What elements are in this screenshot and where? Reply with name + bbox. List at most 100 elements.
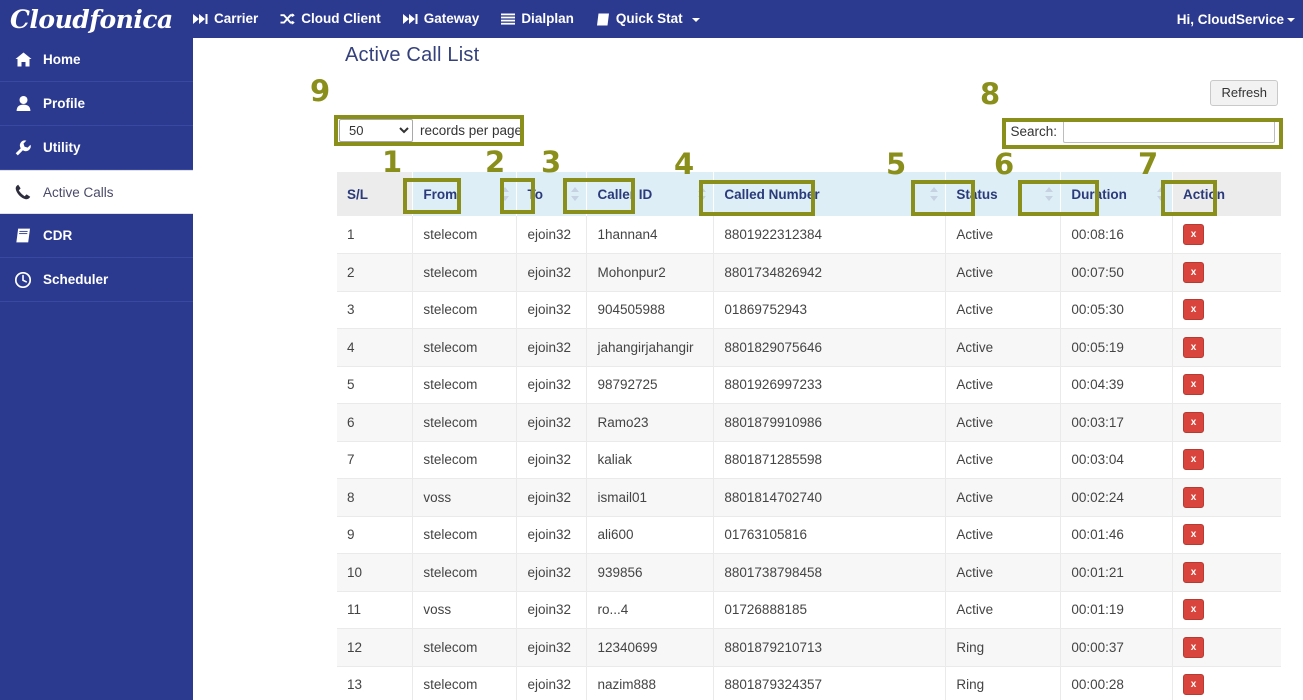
cell-to: ejoin32 (516, 403, 588, 442)
cell-sl: 13 (337, 666, 414, 700)
chevron-down-icon (691, 18, 700, 22)
delete-call-button[interactable]: x (1183, 411, 1205, 433)
nav-item-gateway[interactable]: Gateway (402, 0, 479, 38)
cell-status: Active (945, 216, 1062, 254)
column-header-label: Duration (1071, 186, 1127, 202)
nav-item-quick-stat[interactable]: Quick Stat (595, 0, 700, 38)
delete-call-button[interactable]: x (1183, 561, 1205, 583)
cell-to: ejoin32 (516, 216, 588, 254)
delete-call-button[interactable]: x (1183, 374, 1205, 396)
search-input[interactable] (1063, 120, 1275, 143)
cell-to: ejoin32 (516, 628, 588, 667)
cell-action: x (1172, 441, 1281, 479)
cell-sl: 7 (337, 441, 414, 479)
delete-call-button[interactable]: x (1183, 449, 1205, 471)
cell-called-number: 8801871285598 (713, 441, 947, 479)
column-header-caller-id[interactable]: Caller ID (586, 172, 715, 216)
sort-icon (571, 187, 580, 201)
cell-from: stelecom (412, 403, 518, 442)
cell-called-number: 8801738798458 (713, 553, 947, 592)
sidebar-item-active-calls[interactable]: Active Calls (0, 170, 193, 214)
cell-to: ejoin32 (516, 253, 588, 292)
cell-action: x (1172, 328, 1281, 367)
column-header-status[interactable]: Status (945, 172, 1062, 216)
delete-call-button[interactable]: x (1183, 524, 1205, 546)
column-header-label: To (527, 186, 543, 202)
delete-call-button[interactable]: x (1183, 299, 1205, 321)
cell-status: Active (945, 553, 1062, 592)
cell-caller-id: 939856 (586, 553, 715, 592)
cell-to: ejoin32 (516, 553, 588, 592)
cell-to: ejoin32 (516, 366, 588, 404)
nav-label: Carrier (214, 11, 259, 26)
column-header-label: Caller ID (597, 186, 653, 202)
delete-call-button[interactable]: x (1183, 674, 1205, 696)
cell-action: x (1172, 516, 1281, 554)
user-icon (14, 96, 32, 111)
cell-sl: 1 (337, 216, 414, 254)
cell-sl: 4 (337, 328, 414, 367)
sidebar-item-home[interactable]: Home (0, 38, 193, 82)
table-body: 1 stelecom ejoin32 1hannan4 8801922312384 Act… (337, 216, 1281, 700)
cell-called-number: 8801922312384 (713, 216, 947, 254)
delete-call-button[interactable]: x (1183, 224, 1205, 245)
main-content: Active Call List Refresh 102550100 recor… (193, 38, 1303, 700)
navbar-links: Carrier Cloud Client Gateway Dialplan Qu… (193, 0, 700, 38)
chevron-down-icon (1287, 18, 1295, 22)
sidebar-item-scheduler[interactable]: Scheduler (0, 258, 193, 302)
cell-action: x (1172, 216, 1281, 254)
cell-caller-id: 12340699 (586, 628, 715, 667)
cell-action: x (1172, 591, 1281, 629)
wrench-icon (14, 139, 32, 156)
sidebar-item-utility[interactable]: Utility (0, 126, 193, 170)
cell-called-number: 8801829075646 (713, 328, 947, 367)
column-header-from[interactable]: From (412, 172, 518, 216)
cell-called-number: 01869752943 (713, 291, 947, 329)
delete-call-button[interactable]: x (1183, 486, 1205, 508)
cell-to: ejoin32 (516, 516, 588, 554)
cell-status: Active (945, 253, 1062, 292)
cell-caller-id: ali600 (586, 516, 715, 554)
delete-call-button[interactable]: x (1183, 636, 1205, 658)
nav-item-dialplan[interactable]: Dialplan (501, 0, 574, 38)
delete-call-button[interactable]: x (1183, 336, 1205, 358)
records-per-page-select[interactable]: 102550100 (339, 119, 413, 142)
column-header-to[interactable]: To (516, 172, 588, 216)
cell-to: ejoin32 (516, 328, 588, 367)
nav-item-carrier[interactable]: Carrier (193, 0, 258, 38)
cell-action: x (1172, 666, 1281, 700)
cell-duration: 00:07:50 (1060, 253, 1174, 292)
column-header-label: S/L (347, 186, 369, 202)
cell-called-number: 8801734826942 (713, 253, 947, 292)
app-root: Cloudfonica Carrier Cloud Client Gateway (0, 0, 1303, 700)
table-row: 6 stelecom ejoin32 Ramo23 8801879910986 Activ… (337, 403, 1281, 442)
cell-to: ejoin32 (516, 291, 588, 329)
cell-sl: 3 (337, 291, 414, 329)
user-menu[interactable]: Hi, CloudService (1177, 0, 1295, 38)
sidebar-item-cdr[interactable]: CDR (0, 214, 193, 258)
table-row: 9 stelecom ejoin32 ali600 01763105816 Active 0… (337, 516, 1281, 554)
refresh-button[interactable]: Refresh (1210, 80, 1278, 106)
cell-action: x (1172, 403, 1281, 442)
sidebar-item-profile[interactable]: Profile (0, 82, 193, 126)
cell-action: x (1172, 291, 1281, 329)
table-row: 4 stelecom ejoin32 jahangirjahangir 88018290… (337, 328, 1281, 367)
shuffle-icon (280, 13, 296, 25)
cell-caller-id: Ramo23 (586, 403, 715, 442)
delete-call-button[interactable]: x (1183, 261, 1205, 283)
brand-logo[interactable]: Cloudfonica (0, 0, 193, 38)
table-head: S/L From To Caller ID Called Number Stat… (337, 172, 1281, 216)
column-header-duration[interactable]: Duration (1060, 172, 1174, 216)
nav-label: Quick Stat (615, 11, 683, 26)
cell-duration: 00:05:30 (1060, 291, 1174, 329)
cell-sl: 12 (337, 628, 414, 667)
cell-caller-id: kaliak (586, 441, 715, 479)
phone-icon (14, 184, 32, 200)
table-row: 3 stelecom ejoin32 904505988 01869752943 Acti… (337, 291, 1281, 329)
cell-from: voss (412, 478, 518, 517)
column-header-called-number[interactable]: Called Number (713, 172, 947, 216)
delete-call-button[interactable]: x (1183, 599, 1205, 621)
cell-called-number: 01763105816 (713, 516, 947, 554)
page-title: Active Call List (345, 44, 480, 66)
nav-item-cloud-client[interactable]: Cloud Client (280, 0, 381, 38)
